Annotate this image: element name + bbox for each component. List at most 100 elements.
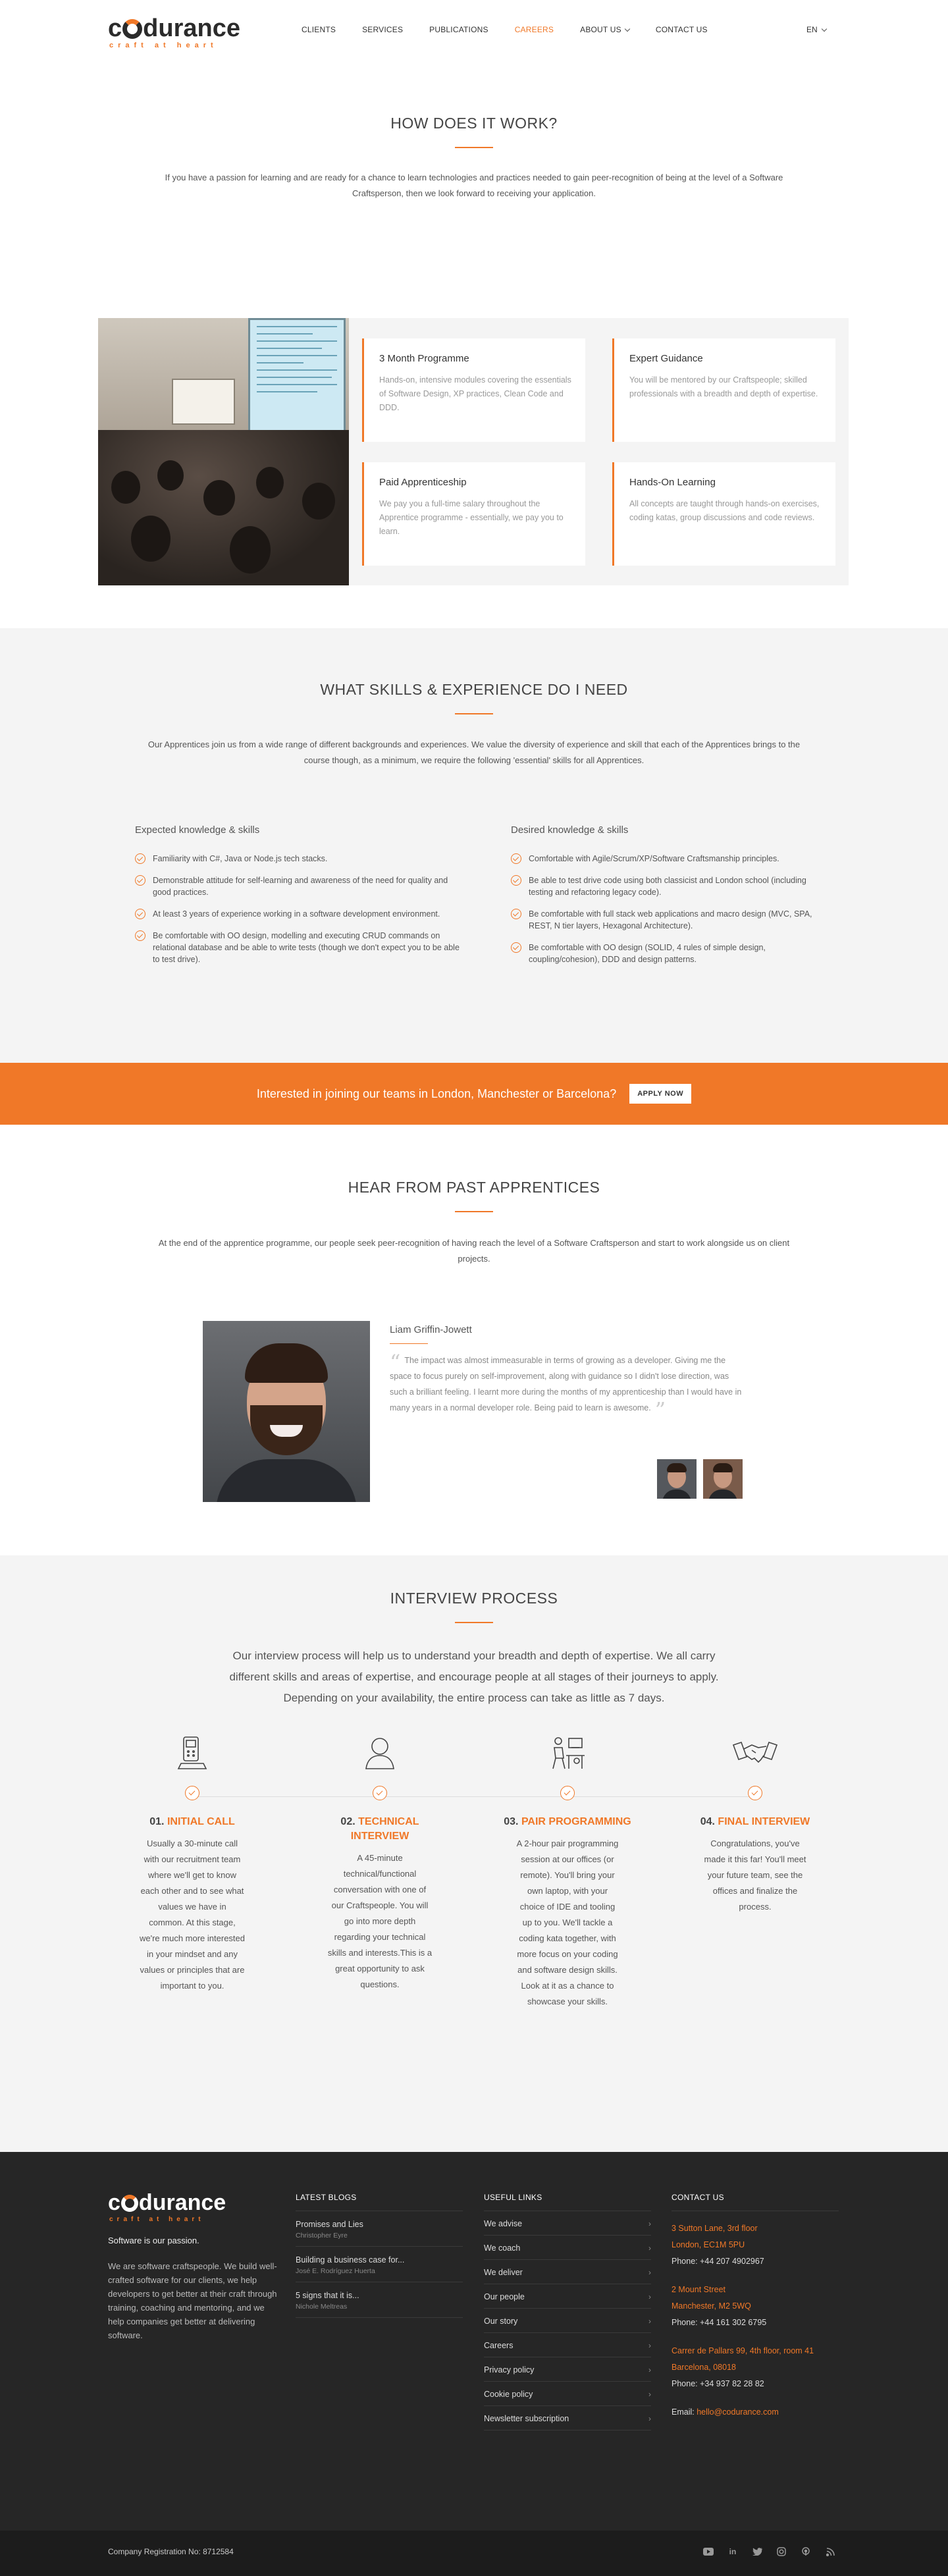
check-circle-icon: [560, 1786, 575, 1800]
footer-about: Software is our passion. We are software…: [108, 2234, 279, 2342]
email-label: Email:: [672, 2407, 697, 2417]
process-step: 01. INITIAL CALL Usually a 30-minute cal…: [126, 1734, 258, 1994]
language-selector[interactable]: EN: [806, 25, 827, 34]
section-lead: If you have a passion for learning and a…: [165, 173, 783, 198]
check-circle-icon: [511, 909, 521, 919]
footer-link[interactable]: We advise ›: [484, 2211, 651, 2236]
expected-skills-list: Expected knowledge & skills Familiarity …: [135, 824, 464, 975]
footer-link-label: We advise: [484, 2219, 523, 2228]
testimonial-thumbnail[interactable]: [703, 1459, 743, 1499]
check-circle-icon: [185, 1786, 199, 1800]
banner-text: Interested in joining our teams in Londo…: [256, 1087, 617, 1100]
footer-link[interactable]: Privacy policy ›: [484, 2357, 651, 2382]
title-divider: [455, 147, 493, 148]
list-item-text: Be comfortable with OO design (SOLID, 4 …: [529, 943, 766, 964]
linkedin-icon[interactable]: in: [726, 2545, 739, 2558]
card-title: Paid Apprenticeship: [379, 477, 467, 488]
check-circle-icon: [135, 909, 145, 919]
list-item-text: At least 3 years of experience working i…: [153, 909, 440, 919]
social-links: in: [702, 2545, 837, 2558]
list-item-text: Demonstrable attitude for self-learning …: [153, 876, 448, 897]
blog-item[interactable]: 5 signs that it is... Nichole Meltreas: [296, 2282, 463, 2318]
footer-link-label: We deliver: [484, 2268, 523, 2277]
section-title: HOW DOES IT WORK?: [390, 115, 558, 132]
footer-link[interactable]: Cookie policy ›: [484, 2382, 651, 2406]
nav-services-label: SERVICES: [362, 25, 404, 34]
phone-number[interactable]: Phone: +34 937 82 28 82: [672, 2376, 839, 2392]
address-line[interactable]: Manchester, M2 5WQ: [672, 2298, 839, 2315]
phone-number[interactable]: Phone: +44 161 302 6795: [672, 2315, 839, 2331]
step-title: 03. PAIR PROGRAMMING: [502, 1815, 633, 1829]
footer-link-label: Our story: [484, 2317, 518, 2326]
office-barcelona: Carrer de Pallars 99, 4th floor, room 41…: [672, 2343, 839, 2392]
nav-about-label: ABOUT US: [580, 25, 621, 34]
footer-about-text: We are software craftspeople. We build w…: [108, 2261, 277, 2340]
address-line[interactable]: 3 Sutton Lane, 3rd floor: [672, 2220, 839, 2237]
apply-banner: Interested in joining our teams in Londo…: [0, 1063, 948, 1125]
phone-icon: [126, 1734, 258, 1771]
step-number: 04.: [700, 1816, 715, 1827]
list-item-text: Familiarity with C#, Java or Node.js tec…: [153, 854, 328, 863]
nav-careers[interactable]: CAREERS: [515, 25, 554, 34]
blog-item[interactable]: Promises and Lies Christopher Eyre: [296, 2211, 463, 2247]
check-circle-icon: [135, 930, 145, 941]
process-step: 03. PAIR PROGRAMMING A 2-hour pair progr…: [502, 1734, 633, 2010]
title-divider: [455, 713, 493, 714]
instagram-icon[interactable]: [775, 2545, 788, 2558]
logo-letter-c: c: [108, 14, 122, 42]
step-text: A 2-hour pair programming session at our…: [516, 1838, 619, 2006]
apply-now-button[interactable]: APPLY NOW: [629, 1084, 692, 1104]
list-item: Familiarity with C#, Java or Node.js tec…: [135, 853, 464, 865]
footer-link[interactable]: Our people ›: [484, 2284, 651, 2309]
check-circle-icon: [135, 853, 145, 864]
list-item: Comfortable with Agile/Scrum/XP/Software…: [511, 853, 817, 865]
address-line[interactable]: Carrer de Pallars 99, 4th floor, room 41: [672, 2343, 839, 2359]
address-line[interactable]: London, EC1M 5PU: [672, 2237, 839, 2253]
section-lead: Our interview process will help us to un…: [229, 1650, 719, 1704]
chevron-down-icon: [624, 26, 631, 32]
rss-icon[interactable]: [824, 2545, 837, 2558]
address-line[interactable]: 2 Mount Street: [672, 2282, 839, 2298]
programme-card: Expert Guidance You will be mentored by …: [612, 338, 835, 442]
testimonial-thumbnail[interactable]: [657, 1459, 697, 1499]
nav-contact-us[interactable]: CONTACT US: [656, 25, 708, 34]
footer-link[interactable]: We deliver ›: [484, 2260, 651, 2284]
footer-column-title: LATEST BLOGS: [296, 2193, 463, 2211]
nav-services[interactable]: SERVICES: [362, 25, 403, 34]
chevron-right-icon: ›: [648, 2390, 651, 2399]
step-name: INITIAL CALL: [167, 1816, 235, 1827]
person-icon: [314, 1734, 446, 1771]
youtube-icon[interactable]: [702, 2545, 715, 2558]
programme-card: Hands-On Learning All concepts are taugh…: [612, 462, 835, 566]
codurance-logo[interactable]: c durance craft at heart: [108, 14, 259, 49]
footer-link-label: Privacy policy: [484, 2365, 535, 2375]
phone-number[interactable]: Phone: +44 207 4902967: [672, 2253, 839, 2270]
step-name: FINAL INTERVIEW: [718, 1816, 810, 1827]
list-item: Be comfortable with OO design, modelling…: [135, 930, 464, 965]
nav-clients[interactable]: CLIENTS: [302, 25, 336, 34]
list-item: Demonstrable attitude for self-learning …: [135, 874, 464, 898]
testimonial-quote: “The impact was almost immeasurable in t…: [390, 1352, 745, 1420]
footer-useful-links: USEFUL LINKS We advise › We coach › We del…: [484, 2193, 651, 2430]
footer-link[interactable]: Our story ›: [484, 2309, 651, 2333]
list-item-text: Be comfortable with full stack web appli…: [529, 909, 812, 930]
email-link[interactable]: hello@codurance.com: [697, 2407, 779, 2417]
chevron-right-icon: ›: [648, 2365, 651, 2375]
address-line[interactable]: Barcelona, 08018: [672, 2359, 839, 2376]
podcast-icon[interactable]: [799, 2545, 812, 2558]
footer-link[interactable]: Newsletter subscription ›: [484, 2406, 651, 2430]
apprentice-photo: [203, 1321, 370, 1502]
blog-item[interactable]: Building a business case for... José E. R…: [296, 2247, 463, 2282]
logo-letter-c: c: [108, 2190, 120, 2215]
logo-word-rest: durance: [138, 2190, 226, 2215]
twitter-icon[interactable]: [750, 2545, 764, 2558]
footer-logo[interactable]: c durance craft at heart: [108, 2190, 226, 2223]
step-title: 01. INITIAL CALL: [126, 1815, 258, 1829]
list-item: At least 3 years of experience working i…: [135, 908, 464, 920]
testimonial-name: Liam Griffin-Jowett: [390, 1324, 472, 1335]
check-circle-icon: [748, 1786, 762, 1800]
nav-about-us[interactable]: ABOUT US: [580, 25, 631, 34]
footer-link[interactable]: Careers ›: [484, 2333, 651, 2357]
footer-link[interactable]: We coach ›: [484, 2236, 651, 2260]
nav-publications[interactable]: PUBLICATIONS: [429, 25, 488, 34]
